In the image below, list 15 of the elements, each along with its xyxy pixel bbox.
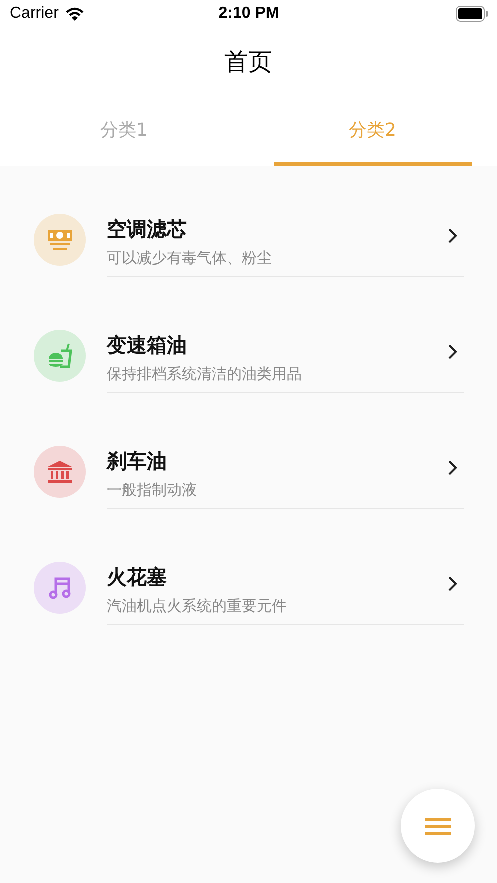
- item-title: 变速箱油: [107, 332, 187, 359]
- list-item[interactable]: 火花塞 汽油机点火系统的重要元件: [0, 562, 497, 625]
- list-item[interactable]: 变速箱油 保持排档系统清洁的油类用品: [0, 330, 497, 393]
- status-time: 2:10 PM: [218, 5, 280, 23]
- item-subtitle: 一般指制动液: [107, 481, 197, 500]
- list-item[interactable]: 刹车油 一般指制动液: [0, 446, 497, 509]
- item-title: 火花塞: [107, 564, 167, 591]
- item-title: 空调滤芯: [107, 216, 187, 243]
- item-subtitle: 可以减少有毒气体、粉尘: [107, 249, 272, 268]
- item-subtitle: 保持排档系统清洁的油类用品: [107, 365, 302, 384]
- item-title: 刹车油: [107, 448, 167, 475]
- list-item[interactable]: 空调滤芯 可以减少有毒气体、粉尘: [0, 214, 497, 277]
- page-title: 首页: [0, 28, 497, 98]
- item-subtitle: 汽油机点火系统的重要元件: [107, 597, 287, 616]
- carrier-label: Carrier: [10, 5, 59, 23]
